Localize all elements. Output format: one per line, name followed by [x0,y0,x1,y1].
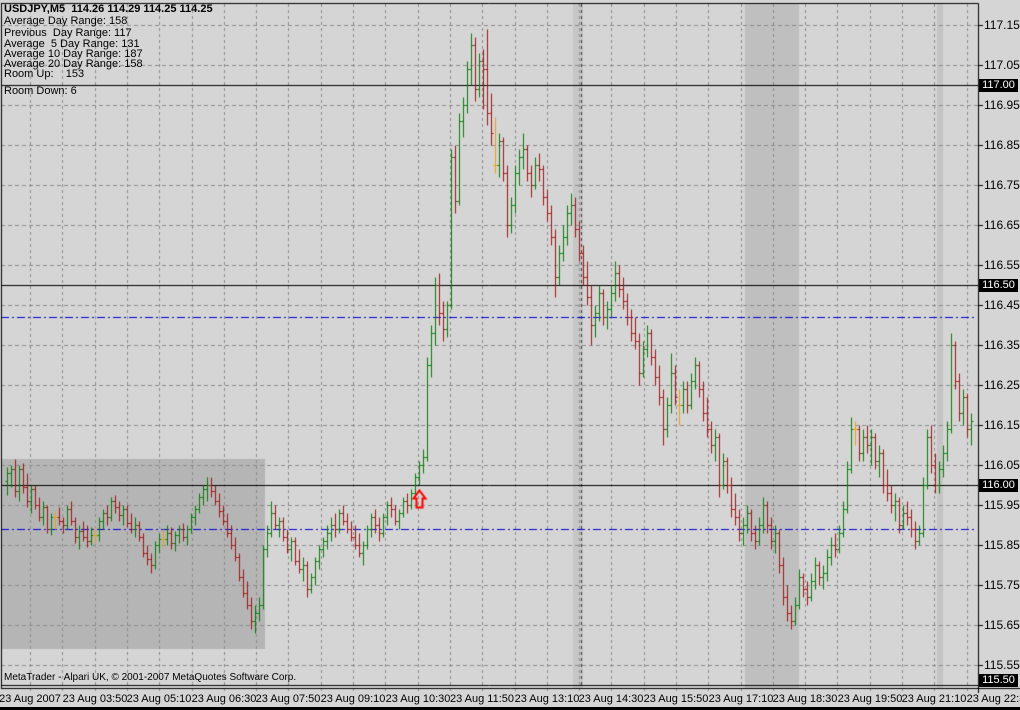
metatrader-chart-window: USDJPY,M5 114.26 114.29 114.25 114.25 Av… [0,0,1020,710]
price-chart-canvas[interactable] [0,0,1020,710]
